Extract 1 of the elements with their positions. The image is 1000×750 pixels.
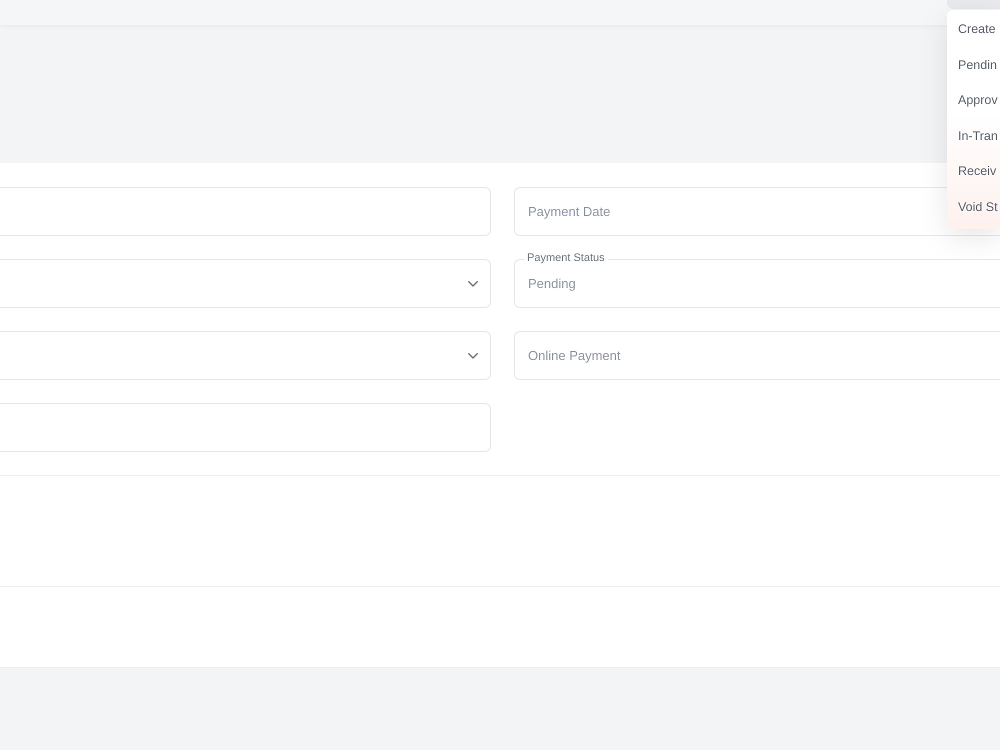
field-label: Payment Status [524, 252, 608, 265]
